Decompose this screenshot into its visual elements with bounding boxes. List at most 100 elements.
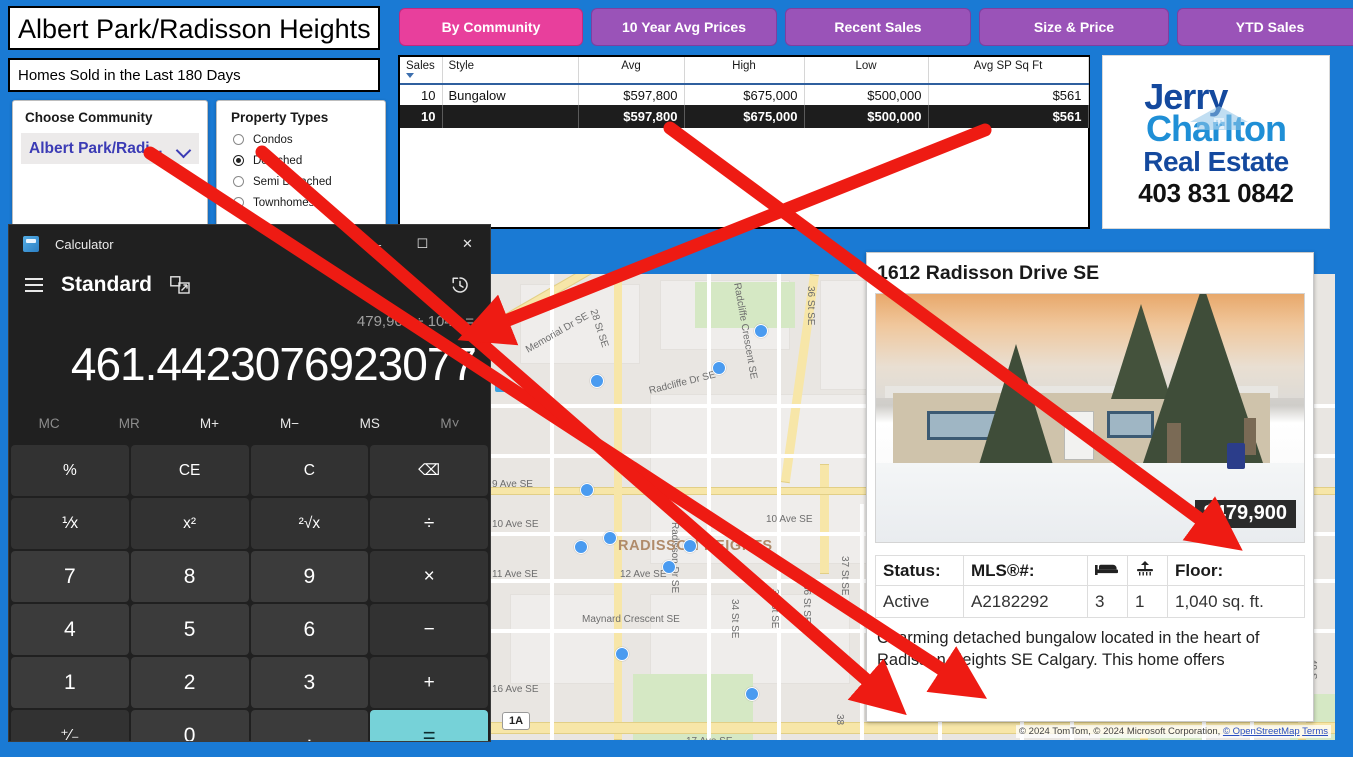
keep-on-top-icon[interactable] [170, 276, 190, 294]
col-header-style[interactable]: Style [442, 57, 579, 84]
col-header-avg[interactable]: Avg [578, 57, 685, 84]
total-high: $675,000 [684, 105, 805, 128]
map-street-label: 36 St SE [801, 584, 812, 624]
property-description: Charming detached bungalow located in th… [877, 629, 1260, 669]
key-eight[interactable]: 8 [130, 551, 249, 602]
property-address: 1612 Radisson Drive SE [877, 262, 1100, 284]
key-backspace[interactable]: ⌫ [370, 445, 488, 496]
tab-10-year-avg-prices[interactable]: 10 Year Avg Prices [591, 8, 777, 46]
calculator-expression: 479,900 ÷ 1040 = [356, 313, 474, 330]
map-pin[interactable] [603, 531, 617, 545]
map-road [550, 274, 554, 740]
openstreetmap-link[interactable]: © OpenStreetMap [1223, 726, 1300, 737]
map-pin[interactable] [615, 647, 629, 661]
radio-label: Semi Detached [253, 175, 332, 188]
calculator-titlebar[interactable]: Calculator – ☐ ✕ [9, 225, 490, 263]
total-avg-sp-sqft: $561 [928, 105, 1089, 128]
total-style [442, 105, 579, 128]
key-multiply[interactable]: × [370, 551, 488, 602]
radio-detached[interactable]: Detached [217, 150, 385, 171]
table-total-row: 10 $597,800 $675,000 $500,000 $561 [400, 105, 1089, 128]
map-pin[interactable] [712, 361, 726, 375]
key-nine[interactable]: 9 [250, 551, 369, 602]
key-five[interactable]: 5 [130, 604, 249, 655]
key-minus[interactable]: − [370, 604, 488, 655]
map-street-label: 35 St SE [769, 589, 780, 629]
key-clear-entry[interactable]: CE [130, 445, 249, 496]
radio-semi-detached[interactable]: Semi Detached [217, 171, 385, 192]
map-pin[interactable] [683, 539, 697, 553]
map-pin[interactable] [745, 687, 759, 701]
sales-summary-table: Sales Style Avg High Low Avg SP Sq Ft 10… [398, 55, 1090, 229]
calculator-window: Calculator – ☐ ✕ Standard 479,900 ÷ 1040… [8, 224, 491, 742]
photo-door [1064, 410, 1095, 461]
map-pin[interactable] [662, 560, 676, 574]
memory-subtract-button[interactable]: M− [249, 405, 329, 441]
history-icon[interactable] [450, 275, 470, 295]
key-one[interactable]: 1 [11, 657, 129, 708]
brand-logo: Jerry Charlton Real Estate 403 831 0842 [1102, 55, 1330, 229]
calculator-mode-label: Standard [61, 273, 153, 296]
map-pin[interactable] [754, 324, 768, 338]
col-header-sales[interactable]: Sales [400, 57, 443, 84]
key-seven[interactable]: 7 [11, 551, 129, 602]
map-street-label: Maynard Crescent SE [582, 614, 680, 625]
radio-condos[interactable]: Condos [217, 129, 385, 150]
key-square-root[interactable]: ²√x [250, 498, 369, 549]
map-pin[interactable] [574, 540, 588, 554]
memory-list-button[interactable]: M˅ [410, 405, 490, 441]
map-pin[interactable] [590, 374, 604, 388]
map-pin[interactable] [580, 483, 594, 497]
tab-size-and-price[interactable]: Size & Price [979, 8, 1169, 46]
key-reciprocal[interactable]: ⅟x [11, 498, 129, 549]
key-equals[interactable]: = [370, 710, 488, 741]
attribution-text: © 2024 TomTom, © 2024 Microsoft Corporat… [1019, 726, 1221, 737]
col-header-low[interactable]: Low [804, 57, 929, 84]
property-photo[interactable]: $479,900 [875, 293, 1305, 543]
key-six[interactable]: 6 [250, 604, 369, 655]
header-status: Status: [875, 555, 964, 586]
key-decimal[interactable]: . [250, 710, 369, 741]
key-sign-toggle[interactable]: ⁺⁄₋ [11, 710, 129, 741]
tab-ytd-sales[interactable]: YTD Sales [1177, 8, 1353, 46]
map-street-label: 16 Ave SE [492, 684, 539, 695]
tab-by-community[interactable]: By Community [399, 8, 583, 46]
terms-link[interactable]: Terms [1302, 726, 1328, 737]
col-header-high[interactable]: High [684, 57, 805, 84]
app-root: Albert Park/Radisson Heights Homes Sold … [0, 0, 1353, 757]
cell-low: $500,000 [804, 84, 929, 105]
close-button[interactable]: ✕ [445, 225, 490, 263]
key-three[interactable]: 3 [250, 657, 369, 708]
key-four[interactable]: 4 [11, 604, 129, 655]
map-street-label: 37 St SE [839, 556, 850, 596]
memory-clear-button[interactable]: MC [9, 405, 89, 441]
map-street-label: 9 Ave SE [492, 479, 533, 490]
map-street-label: 11 Ave SE [492, 569, 538, 580]
memory-add-button[interactable]: M+ [169, 405, 249, 441]
total-low: $500,000 [804, 105, 929, 128]
memory-recall-button[interactable]: MR [89, 405, 169, 441]
value-floor: 1,040 sq. ft. [1167, 585, 1305, 618]
hamburger-menu-icon[interactable] [25, 278, 43, 292]
key-clear[interactable]: C [250, 445, 369, 496]
key-percent[interactable]: % [11, 445, 129, 496]
radio-townhomes[interactable]: Townhomes [217, 192, 385, 213]
key-divide[interactable]: ÷ [370, 498, 488, 549]
key-zero[interactable]: 0 [130, 710, 249, 741]
memory-store-button[interactable]: MS [330, 405, 410, 441]
col-header-label: Sales [406, 60, 435, 72]
tab-recent-sales[interactable]: Recent Sales [785, 8, 971, 46]
key-plus[interactable]: + [370, 657, 488, 708]
cell-sales: 10 [400, 84, 443, 105]
maximize-button[interactable]: ☐ [400, 225, 445, 263]
key-square[interactable]: x² [130, 498, 249, 549]
radio-selected-icon [233, 155, 244, 166]
map-street-label: 17 Ave SE [686, 736, 733, 740]
community-dropdown[interactable]: Albert Park/Radi... [21, 133, 199, 164]
map-road-major [614, 274, 622, 740]
cell-avg: $597,800 [578, 84, 685, 105]
minimize-button[interactable]: – [355, 225, 400, 263]
table-row[interactable]: 10 Bungalow $597,800 $675,000 $500,000 $… [400, 84, 1089, 105]
key-two[interactable]: 2 [130, 657, 249, 708]
col-header-avg-sp-sqft[interactable]: Avg SP Sq Ft [928, 57, 1089, 84]
